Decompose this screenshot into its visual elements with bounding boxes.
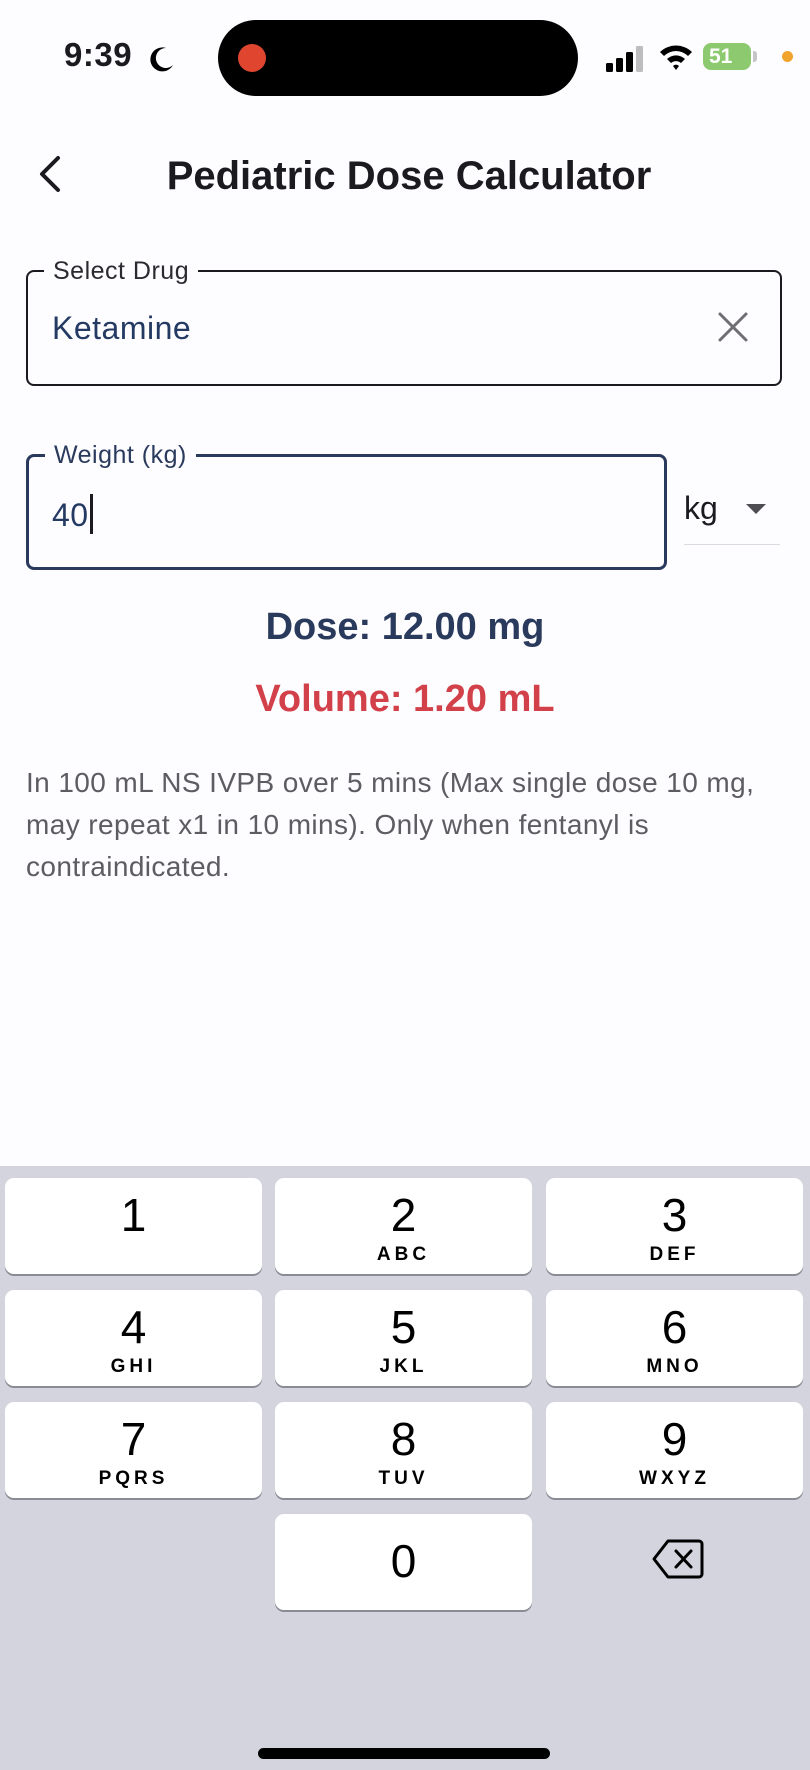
key-letters: MNO [646,1356,703,1377]
key-number: 9 [661,1413,688,1465]
page-title: Pediatric Dose Calculator [166,154,652,198]
key-6[interactable]: 6 MNO [546,1290,803,1386]
key-number: 3 [661,1189,688,1241]
key-9[interactable]: 9 WXYZ [546,1402,803,1498]
key-letters: DEF [649,1244,700,1265]
key-number: 5 [390,1301,417,1353]
key-8[interactable]: 8 TUV [275,1402,532,1498]
recording-indicator [238,44,266,72]
key-1[interactable]: 1 [5,1178,262,1274]
weight-value-text: 40 [52,497,89,533]
key-number: 7 [120,1413,147,1465]
volume-result: Volume: 1.20 mL [255,678,555,720]
battery-cap [753,51,757,62]
backspace-icon[interactable] [652,1538,704,1580]
dose-result: Dose: 12.00 mg [265,606,545,648]
key-3[interactable]: 3 DEF [546,1178,803,1274]
home-indicator [258,1748,550,1759]
weight-field-label: Weight (kg) [45,440,196,470]
key-number: 4 [120,1301,147,1353]
drug-field-value[interactable]: Ketamine [52,310,191,347]
dropdown-arrow-icon [746,504,766,514]
key-number: 1 [120,1189,147,1241]
unit-dropdown[interactable]: kg [684,478,780,545]
key-0[interactable]: 0 [275,1514,532,1610]
key-number: 2 [390,1189,417,1241]
key-letters: ABC [376,1244,431,1265]
signal-icon [606,46,643,72]
clear-icon[interactable] [716,310,750,344]
key-number: 0 [390,1535,417,1587]
key-number: 6 [661,1301,688,1353]
weight-input-field[interactable]: Weight (kg) 40 [26,440,667,570]
privacy-indicator [782,51,793,62]
weight-field-value[interactable]: 40 [52,494,93,534]
drug-note: In 100 mL NS IVPB over 5 mins (Max singl… [26,767,755,882]
drug-select-field[interactable]: Select Drug Ketamine [26,256,782,386]
drug-field-label: Select Drug [44,256,199,286]
key-number: 8 [390,1413,417,1465]
key-5[interactable]: 5 JKL [275,1290,532,1386]
unit-selected-value: kg [684,490,718,526]
key-2[interactable]: 2 ABC [275,1178,532,1274]
text-caret [89,494,93,534]
dynamic-island [218,20,578,96]
key-letters: TUV [378,1468,429,1489]
wifi-icon [660,45,692,70]
key-letters: GHI [110,1356,157,1377]
key-7[interactable]: 7 PQRS [5,1402,262,1498]
key-4[interactable]: 4 GHI [5,1290,262,1386]
status-time: 9:39 [64,36,133,73]
battery-icon: 51 [703,43,751,70]
key-letters: WXYZ [639,1468,710,1489]
key-letters: PQRS [98,1468,169,1489]
moon-icon [150,47,173,72]
key-letters: JKL [379,1356,428,1377]
